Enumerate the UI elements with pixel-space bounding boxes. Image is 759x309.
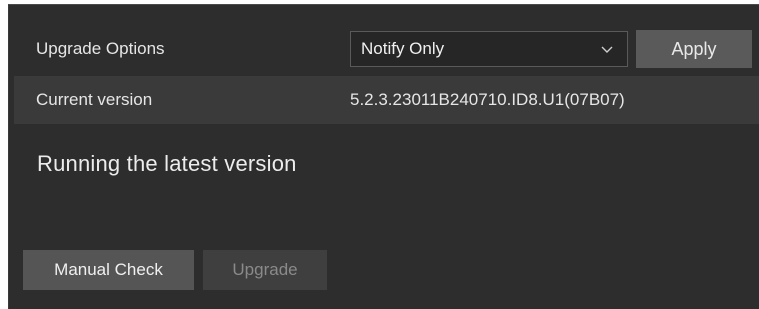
current-version-row: Current version 5.2.3.23011B240710.ID8.U… — [14, 76, 759, 124]
upgrade-options-label: Upgrade Options — [36, 39, 165, 58]
upgrade-options-select[interactable]: Notify Only — [350, 31, 628, 67]
current-version-value: 5.2.3.23011B240710.ID8.U1(07B07) — [350, 90, 625, 109]
chevron-down-icon — [599, 41, 615, 57]
upgrade-panel: Upgrade Options Notify Only Apply Curren… — [8, 4, 759, 309]
manual-check-button[interactable]: Manual Check — [23, 250, 194, 290]
current-version-label: Current version — [36, 90, 153, 109]
upgrade-options-selected-value: Notify Only — [361, 39, 445, 58]
upgrade-options-row: Upgrade Options Notify Only Apply — [14, 27, 759, 71]
upgrade-button[interactable]: Upgrade — [203, 250, 327, 290]
version-status-text: Running the latest version — [37, 151, 297, 176]
apply-button[interactable]: Apply — [636, 30, 752, 68]
